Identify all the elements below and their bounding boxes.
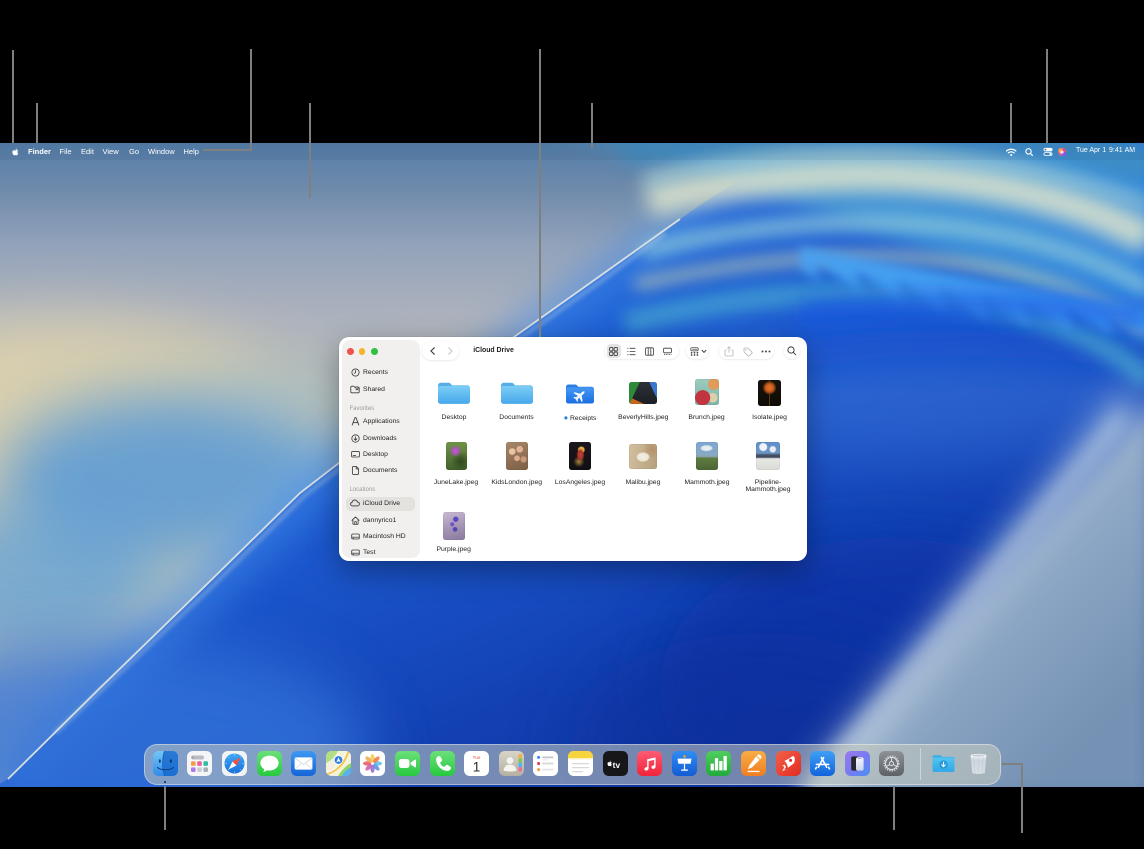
svg-text:tv: tv (612, 759, 620, 769)
svg-text:1: 1 (473, 759, 481, 774)
